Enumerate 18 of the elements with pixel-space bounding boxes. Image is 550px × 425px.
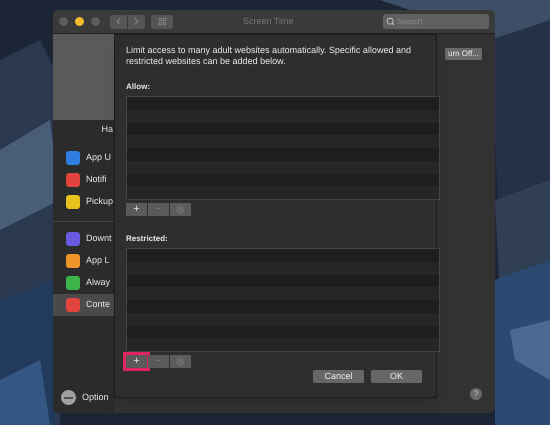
turn-off-button[interactable]: urn Off... [445,48,482,60]
ok-button[interactable]: OK [371,370,422,383]
options-label[interactable]: Option [82,390,109,404]
sidebar-item[interactable]: Pickup [53,190,114,212]
window-title: Screen Time [243,14,294,28]
add-button[interactable]: + [126,203,147,216]
sidebar-item[interactable]: Conte [53,294,114,316]
sidebar-item[interactable]: App U [53,146,114,168]
sidebar-item[interactable]: Notifi [53,168,114,190]
cancel-button[interactable]: Cancel [313,370,364,383]
sidebar-item[interactable]: Alway [53,272,114,294]
sidebar-header: Ha [101,123,113,136]
sidebar-item[interactable]: Downt [53,228,114,250]
sidebar-item[interactable]: App L [53,250,114,272]
add-button[interactable]: + [126,355,147,368]
list-label: Restricted: [126,233,169,245]
list-label: Allow: [126,81,151,93]
description-text: Limit access to many adult websites automatically. Specific allowed and restricted websites can be added below. [126,45,412,67]
